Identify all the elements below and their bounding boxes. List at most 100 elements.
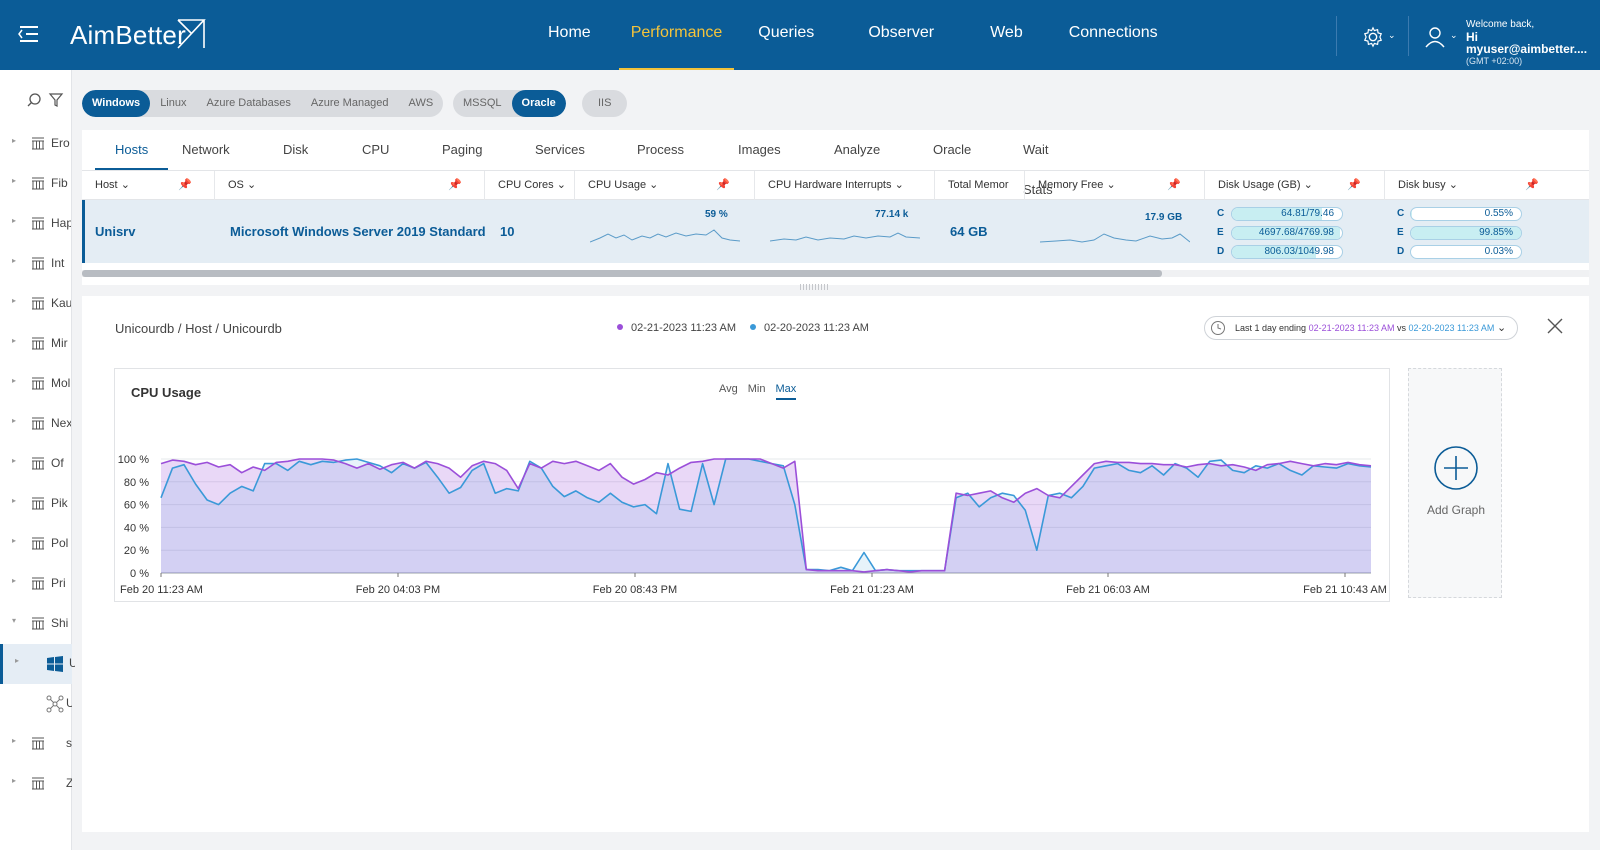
chevron-down-icon[interactable]: ⌄ (1450, 30, 1458, 41)
tab-wait-stats[interactable]: Wait Stats (1023, 130, 1053, 197)
logo-text: AimBetter (70, 20, 186, 50)
chevron-down-icon[interactable]: ⌄ (1388, 30, 1396, 41)
resize-handle[interactable] (800, 284, 828, 290)
tree-item[interactable]: ▸ Nex (0, 404, 72, 444)
column-host[interactable]: Host ⌄ 📌 (82, 171, 215, 200)
filter-mssql[interactable]: MSSQL (453, 90, 512, 117)
column-mem-free-label: Memory Free (1038, 179, 1104, 191)
tree-item[interactable]: ▸ Zuk (0, 764, 72, 804)
tree-item[interactable]: ▸ Kau (0, 284, 72, 324)
menu-toggle-icon[interactable] (18, 24, 42, 44)
chevron-right-icon[interactable]: ▸ (12, 776, 16, 785)
chevron-right-icon[interactable]: ▸ (12, 216, 16, 225)
column-disk-busy[interactable]: Disk busy ⌄ 📌 (1385, 171, 1549, 200)
tree-item[interactable]: ▸ U (0, 644, 75, 684)
tab-services[interactable]: Services (535, 130, 585, 170)
tab-oracle[interactable]: Oracle (933, 130, 971, 170)
tree-item[interactable]: ▸ Ero (0, 124, 72, 164)
database-icon (32, 537, 44, 550)
filter-azure-managed[interactable]: Azure Managed (301, 90, 399, 117)
chevron-right-icon[interactable]: ▸ (15, 656, 19, 665)
tab-analyze[interactable]: Analyze (834, 130, 880, 170)
tree-item[interactable]: U (0, 684, 72, 724)
chevron-right-icon[interactable]: ▸ (12, 416, 16, 425)
tab-images[interactable]: Images (738, 130, 781, 170)
user-icon[interactable] (1425, 26, 1445, 51)
chevron-right-icon[interactable]: ▸ (12, 136, 16, 145)
chevron-right-icon[interactable]: ▸ (12, 736, 16, 745)
tree-item[interactable]: ▸ Pik (0, 484, 72, 524)
column-os[interactable]: OS ⌄ 📌 (215, 171, 485, 200)
tree-item[interactable]: ▸ Of (0, 444, 72, 484)
tree-item[interactable]: ▸ Pol (0, 524, 72, 564)
tab-paging[interactable]: Paging (442, 130, 482, 170)
pin-icon[interactable]: 📌 (448, 171, 462, 200)
add-graph-button[interactable]: Add Graph (1408, 368, 1502, 598)
chevron-right-icon[interactable]: ▸ (12, 376, 16, 385)
tab-network[interactable]: Network (182, 130, 230, 170)
column-cpu-cores[interactable]: CPU Cores ⌄ (485, 171, 575, 200)
scrollbar-thumb[interactable] (82, 270, 1162, 277)
chevron-right-icon[interactable]: ▸ (12, 456, 16, 465)
tree-item[interactable]: ▸ sou (0, 724, 72, 764)
pin-icon[interactable]: 📌 (1167, 171, 1181, 200)
memory-free-value: 17.9 GB (1145, 212, 1183, 223)
chevron-right-icon[interactable]: ▸ (12, 496, 16, 505)
drive-letter: E (1217, 227, 1224, 238)
nav-connections[interactable]: Connections (1057, 0, 1170, 70)
pin-icon[interactable]: 📌 (1347, 171, 1361, 200)
nav-home[interactable]: Home (536, 0, 603, 70)
tab-disk[interactable]: Disk (283, 130, 308, 170)
drive-letter: C (1217, 208, 1225, 219)
tree-item-label: Pri (51, 576, 66, 590)
filter-linux[interactable]: Linux (150, 90, 196, 117)
chevron-down-icon[interactable]: ▾ (12, 616, 16, 625)
nav-observer[interactable]: Observer (856, 0, 946, 70)
filter-aws[interactable]: AWS (399, 90, 444, 117)
tree-item-label: Zuk (66, 776, 72, 790)
chevron-right-icon[interactable]: ▸ (12, 576, 16, 585)
table-row[interactable]: Unisrv Microsoft Windows Server 2019 Sta… (82, 200, 1589, 263)
column-memory-free[interactable]: Memory Free ⌄ 📌 (1025, 171, 1205, 200)
pin-icon[interactable]: 📌 (178, 171, 192, 200)
filter-icon[interactable] (48, 93, 64, 107)
tree-item[interactable]: ▾ Shi (0, 604, 72, 644)
chevron-right-icon[interactable]: ▸ (12, 536, 16, 545)
column-total-memory[interactable]: Total Memor (935, 171, 1025, 200)
tab-hosts[interactable]: Hosts (95, 130, 169, 170)
column-cpu-hw-interrupts[interactable]: CPU Hardware Interrupts ⌄ (755, 171, 935, 200)
filter-windows[interactable]: Windows (82, 90, 151, 117)
column-cpu-usage-label: CPU Usage (588, 179, 647, 191)
tab-cpu[interactable]: CPU (362, 130, 389, 170)
close-icon[interactable] (1545, 316, 1565, 339)
pin-icon[interactable]: 📌 (1525, 171, 1539, 200)
chevron-right-icon[interactable]: ▸ (12, 296, 16, 305)
tree-item[interactable]: ▸ Mir (0, 324, 72, 364)
database-icon (32, 457, 44, 470)
filter-oracle[interactable]: Oracle (511, 90, 566, 117)
column-cpu-usage[interactable]: CPU Usage ⌄ 📌 (575, 171, 755, 200)
tab-process[interactable]: Process (637, 130, 684, 170)
tree-item[interactable]: ▸ Fib (0, 164, 72, 204)
tree-item[interactable]: ▸ Int (0, 244, 72, 284)
nav-web[interactable]: Web (978, 0, 1035, 70)
user-welcome[interactable]: Welcome back, Hi myuser@aimbetter.... (G… (1466, 19, 1600, 67)
time-range-picker[interactable]: Last 1 day ending 02-21-2023 11:23 AM vs… (1204, 316, 1518, 340)
filter-azure-databases[interactable]: Azure Databases (196, 90, 300, 117)
horizontal-scrollbar[interactable] (82, 270, 1589, 277)
nav-queries[interactable]: Queries (746, 0, 826, 70)
tree-item[interactable]: ▸ Mol (0, 364, 72, 404)
chevron-right-icon[interactable]: ▸ (12, 176, 16, 185)
nav-performance[interactable]: Performance (618, 0, 735, 70)
filter-iis[interactable]: IIS (582, 90, 627, 117)
host-name[interactable]: Unisrv (95, 224, 135, 239)
app-logo[interactable]: AimBetter (70, 19, 206, 51)
tree-item[interactable]: ▸ Pri (0, 564, 72, 604)
chevron-right-icon[interactable]: ▸ (12, 336, 16, 345)
chevron-right-icon[interactable]: ▸ (12, 256, 16, 265)
settings-gear-icon[interactable] (1362, 26, 1384, 51)
pin-icon[interactable]: 📌 (716, 171, 730, 200)
column-disk-usage[interactable]: Disk Usage (GB) ⌄ 📌 (1205, 171, 1385, 200)
tree-item[interactable]: ▸ Hap (0, 204, 72, 244)
search-icon[interactable] (27, 93, 41, 107)
